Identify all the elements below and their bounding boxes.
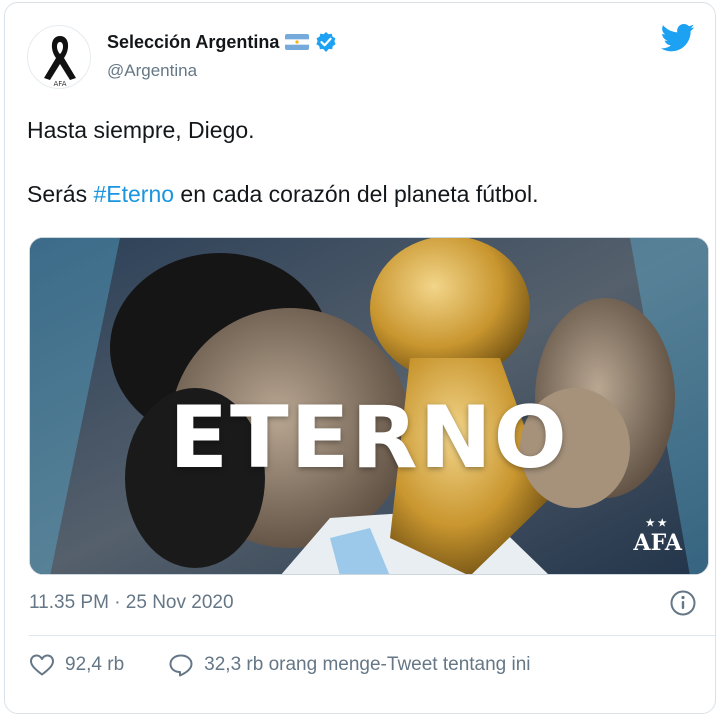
tweet-actions: 92,4 rb 32,3 rb orang menge-Tweet tentan… bbox=[29, 653, 531, 677]
retweet-count-link[interactable]: 32,3 rb orang menge-Tweet tentang ini bbox=[168, 653, 531, 677]
afa-logo-text: AFA bbox=[633, 530, 682, 556]
divider bbox=[29, 635, 715, 636]
tweet-text-line-1: Hasta siempre, Diego. bbox=[27, 117, 255, 143]
tweet-timestamp[interactable]: 11.35 PM · 25 Nov 2020 bbox=[29, 592, 234, 614]
afa-logo: ★★ AFA bbox=[634, 518, 682, 556]
hashtag-link[interactable]: #Eterno bbox=[93, 181, 174, 207]
speech-bubble-icon bbox=[169, 654, 193, 677]
retweet-count-label: 32,3 rb orang menge-Tweet tentang ini bbox=[204, 654, 531, 675]
author-handle[interactable]: @Argentina bbox=[107, 61, 197, 81]
tweet-media-image[interactable]: ETERNO ★★ AFA bbox=[29, 237, 709, 575]
tweet-text-before-hashtag: Serás bbox=[27, 181, 94, 207]
black-ribbon-icon: AFA bbox=[44, 36, 76, 88]
like-count: 92,4 rb bbox=[65, 654, 125, 675]
tweet-text-after-hashtag: en cada corazón del planeta fútbol. bbox=[174, 181, 539, 207]
profile-avatar[interactable]: AFA bbox=[27, 25, 91, 89]
verified-badge-icon bbox=[315, 31, 337, 53]
argentina-flag-icon bbox=[285, 34, 310, 50]
svg-text:AFA: AFA bbox=[54, 80, 67, 88]
twitter-bird-icon[interactable] bbox=[661, 23, 695, 53]
tweet-text-line-2: Serás #Eterno en cada corazón del planet… bbox=[27, 177, 697, 211]
author-display-name[interactable]: Selección Argentina bbox=[107, 32, 279, 53]
afa-logo-stars: ★★ bbox=[645, 518, 670, 529]
media-overlay-text: ETERNO bbox=[169, 388, 569, 488]
like-button[interactable]: 92,4 rb bbox=[29, 653, 124, 677]
tweet-text: Hasta siempre, Diego. Serás #Eterno en c… bbox=[27, 113, 697, 211]
heart-icon bbox=[30, 654, 54, 676]
info-icon[interactable] bbox=[669, 589, 697, 617]
author-name-row: Selección Argentina bbox=[107, 31, 337, 53]
tweet-card: AFA Selección Argentina @Argentina Hasta… bbox=[4, 2, 716, 714]
